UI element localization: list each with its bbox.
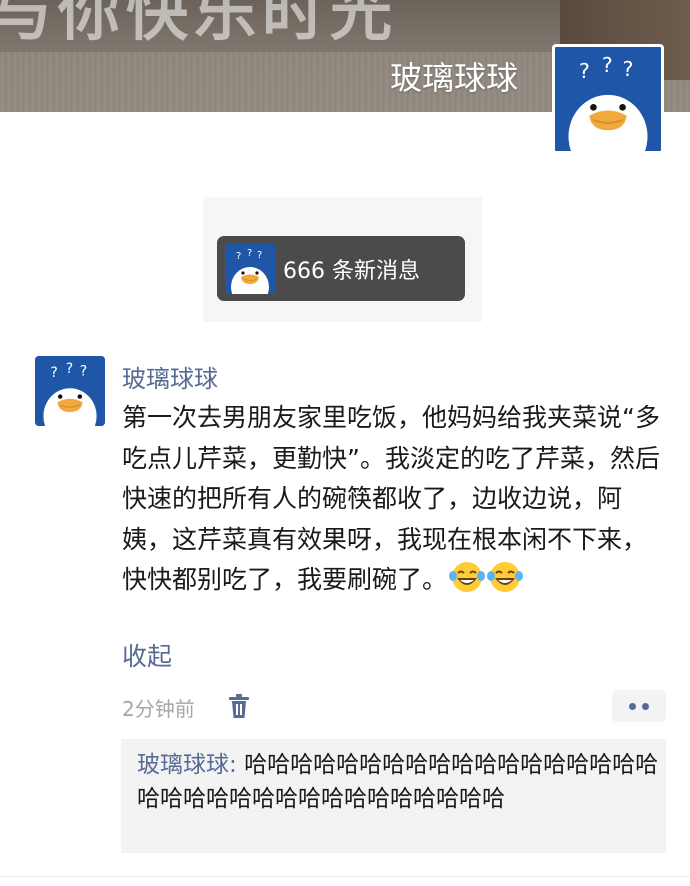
duck-avatar-icon — [35, 356, 105, 426]
post-timestamp: 2分钟前 — [122, 697, 195, 721]
comment-separator: : — [229, 752, 245, 778]
more-dots-icon — [642, 702, 649, 710]
collapse-link[interactable]: 收起 — [122, 637, 172, 673]
tears-of-joy-emoji-icon — [487, 562, 524, 592]
cover-avatar[interactable] — [552, 44, 664, 154]
notice-avatar — [225, 243, 275, 294]
post-body-text: 第一次去男朋友家里吃饭，他妈妈给我夹菜说“多吃点儿芹菜，更勤快”。我淡定的吃了芹… — [122, 403, 660, 594]
tears-of-joy-emoji-icon — [449, 562, 486, 592]
post-body: 第一次去男朋友家里吃饭，他妈妈给我夹菜说“多吃点儿芹菜，更勤快”。我淡定的吃了芹… — [122, 398, 662, 601]
cover-art-text: 与你快乐时光 — [0, 0, 399, 49]
comment-item[interactable]: 玻璃球球: 哈哈哈哈哈哈哈哈哈哈哈哈哈哈哈哈哈哈哈哈哈哈哈哈哈哈哈哈哈哈哈哈哈哈 — [137, 748, 665, 816]
new-messages-notice[interactable]: 666 条新消息 — [217, 236, 465, 301]
bottom-divider — [0, 876, 690, 877]
post-author-avatar[interactable] — [35, 356, 105, 426]
more-dots-icon — [629, 702, 636, 710]
post-author-name[interactable]: 玻璃球球 — [122, 359, 218, 394]
trash-icon[interactable] — [228, 694, 250, 719]
comment-author[interactable]: 玻璃球球 — [137, 752, 229, 778]
duck-avatar-icon — [555, 47, 661, 151]
new-messages-label: 666 条新消息 — [283, 258, 420, 284]
cover-owner-name[interactable]: 玻璃球球 — [390, 53, 518, 99]
duck-avatar-icon — [225, 244, 275, 294]
more-actions-button[interactable] — [612, 690, 666, 722]
